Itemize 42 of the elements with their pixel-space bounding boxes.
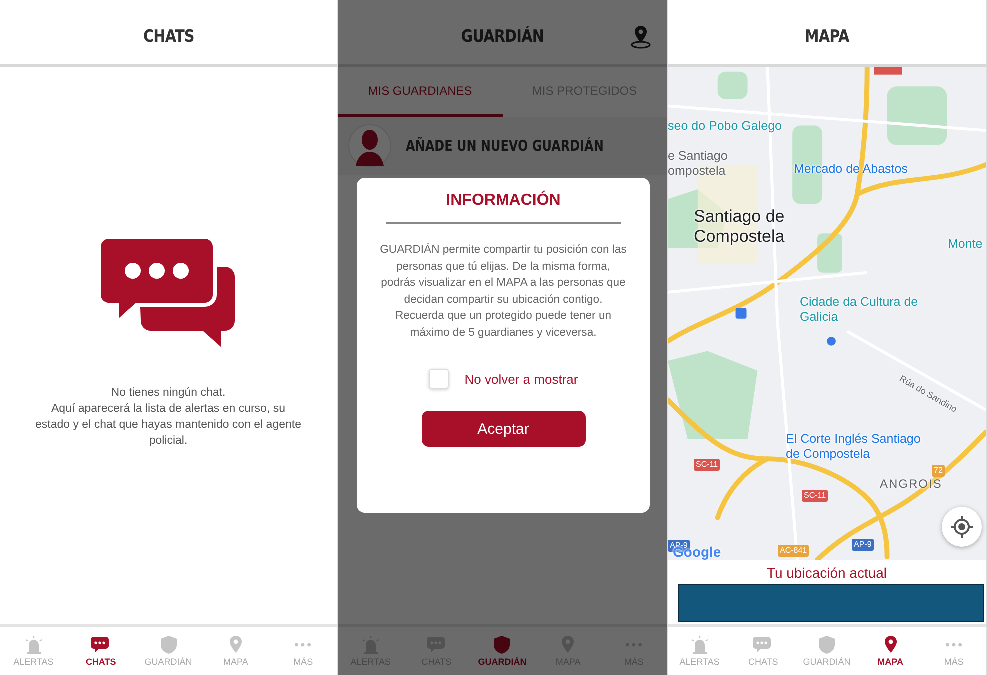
road-number: SC-11: [694, 459, 720, 471]
screen-title: GUARDIÁN: [461, 27, 544, 47]
more-icon: [295, 643, 312, 647]
road-number: SC-11: [802, 490, 828, 502]
nav-tab[interactable]: MÁS: [922, 627, 986, 675]
nav-tab[interactable]: GUARDIÁN: [795, 627, 859, 675]
city-label: Santiago de Compostela: [694, 207, 786, 247]
road-number: AP-9: [852, 539, 874, 551]
place-label: seo do Pobo Galego: [668, 119, 782, 134]
place-label: Cidade da Cultura de Galicia: [800, 295, 920, 325]
nav-tab[interactable]: GUARDIÁN: [134, 627, 202, 675]
place-label: e Santiago: [668, 149, 728, 164]
nav-tab[interactable]: CHATS: [732, 627, 796, 675]
dialog-message: GUARDIÁN permite compartir tu posición con las personas que tú elijas. De la misma forma, podrás visualizar en el MAPA a las personas que decidan compartir su ubicación contigo. Recuerda que un protegido puede tener un máximo de 5 guardianes y viceversa.: [379, 242, 628, 340]
add-guardian-row[interactable]: AÑADE UN NUEVO GUARDIÁN: [338, 117, 667, 175]
crosshair-icon: [950, 515, 974, 539]
location-pin-icon[interactable]: [629, 24, 653, 50]
screen-title: CHATS: [143, 27, 194, 47]
nav-tab[interactable]: ALERTAS: [0, 627, 68, 675]
locate-button[interactable]: [942, 507, 982, 547]
empty-message: No tienes ningún chat. Aquí aparecerá la lista de alertas en curso, su estado y el chat que hayas mantenido con el agente policial.: [34, 386, 302, 449]
nav-tab[interactable]: MAPA: [858, 627, 922, 675]
nav-tab[interactable]: CHATS: [67, 627, 135, 675]
place-label: El Corte Inglés Santiago de Compostela: [786, 432, 922, 462]
chat-icon: [426, 635, 448, 655]
accept-button[interactable]: Aceptar: [422, 411, 586, 447]
nav-tab[interactable]: ALERTAS: [668, 627, 732, 675]
place-label: ompostela: [668, 164, 726, 179]
nav-tab[interactable]: MÁS: [270, 627, 337, 675]
dialog-title: INFORMACIÓN: [386, 192, 621, 224]
road-number: AC-841: [778, 545, 810, 557]
location-label: Tu ubicación actual: [766, 564, 888, 583]
screen-title: MAPA: [804, 27, 850, 47]
add-guardian-label: AÑADE UN NUEVO GUARDIÁN: [406, 137, 604, 155]
nav-tab[interactable]: MAPA: [202, 627, 270, 675]
nav-tab[interactable]: GUARDIÁN: [470, 627, 536, 675]
checkbox[interactable]: [428, 369, 449, 389]
person-silhouette-icon: [348, 124, 392, 168]
more-icon: [946, 643, 962, 647]
road-number: 72: [932, 465, 945, 477]
place-label: Monte: [948, 237, 983, 252]
checkbox-label: No volver a mostrar: [464, 372, 578, 386]
